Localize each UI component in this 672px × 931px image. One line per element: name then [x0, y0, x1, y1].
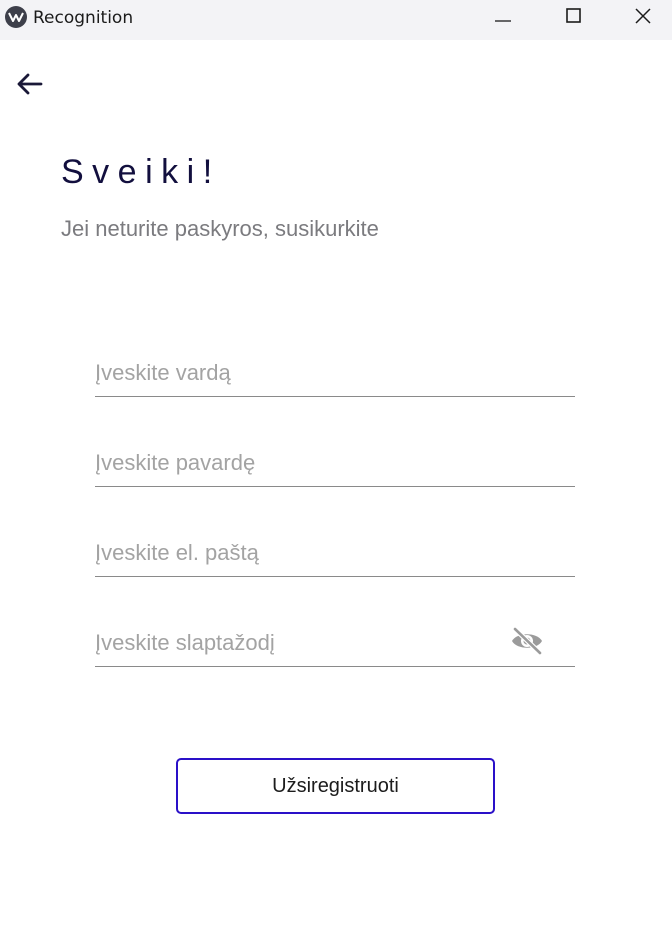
- arrow-left-icon: [15, 72, 43, 101]
- window-title: Recognition: [33, 8, 134, 28]
- last-name-field: [95, 439, 575, 487]
- password-field: [95, 619, 575, 667]
- close-button[interactable]: [608, 0, 672, 36]
- email-input[interactable]: [95, 535, 495, 571]
- minimize-button[interactable]: [468, 0, 538, 36]
- maximize-icon: [565, 8, 581, 28]
- last-name-input[interactable]: [95, 445, 495, 481]
- page-title: Sveiki!: [61, 153, 221, 191]
- minimize-icon: [495, 9, 511, 27]
- first-name-input[interactable]: [95, 355, 495, 391]
- maximize-button[interactable]: [538, 0, 608, 36]
- email-field: [95, 529, 575, 577]
- app-logo-icon: [5, 6, 27, 28]
- back-button[interactable]: [14, 72, 44, 100]
- register-button[interactable]: Užsiregistruoti: [176, 758, 495, 814]
- eye-off-icon: [510, 626, 544, 660]
- password-input[interactable]: [95, 625, 495, 661]
- page-subtitle: Jei neturite paskyros, susikurkite: [61, 216, 379, 241]
- close-icon: [635, 7, 651, 29]
- password-visibility-toggle[interactable]: [509, 626, 545, 660]
- title-bar: Recognition: [0, 0, 672, 40]
- first-name-field: [95, 349, 575, 397]
- app-window: Recognition Sveiki! Jei neturite paskyro…: [0, 0, 672, 931]
